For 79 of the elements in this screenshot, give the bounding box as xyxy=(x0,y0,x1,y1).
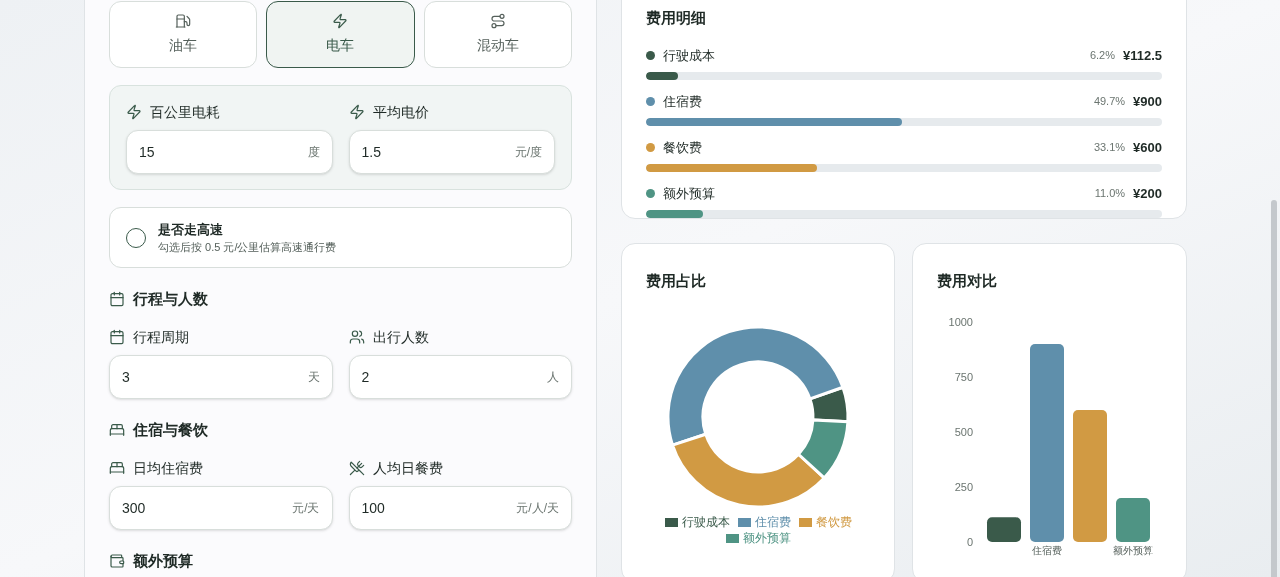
bar xyxy=(987,517,1021,542)
legend-label: 额外预算 xyxy=(742,530,791,546)
x-tick-label: 额外预算 xyxy=(1113,545,1153,556)
number-input[interactable]: 15 度 xyxy=(126,130,333,174)
scrollbar-thumb[interactable] xyxy=(1271,200,1277,577)
y-tick-label: 1000 xyxy=(948,316,973,328)
field-label: 日均住宿费 xyxy=(133,458,203,478)
amount-label: ¥112.5 xyxy=(1122,46,1162,65)
unit-label: 元/人/天 xyxy=(516,500,559,517)
legend-swatch xyxy=(725,533,739,543)
wallet-icon xyxy=(109,553,125,569)
y-tick-label: 0 xyxy=(966,536,973,548)
option-title: 是否走高速 xyxy=(158,220,224,239)
legend-label: 餐饮费 xyxy=(815,514,852,530)
input-value: 15 xyxy=(139,142,155,162)
field-label: 百公里电耗 xyxy=(150,102,220,122)
item-name: 额外预算 xyxy=(663,184,715,203)
amount-label: ¥600 xyxy=(1133,138,1162,157)
option-hint: 勾选后按 0.5 元/公里估算高速通行费 xyxy=(158,240,337,255)
section-title: 额外预算 xyxy=(133,550,193,571)
input-value: 300 xyxy=(122,498,146,518)
vehicle-tab[interactable]: 油车 xyxy=(109,1,258,68)
input-value: 2 xyxy=(361,367,370,387)
bar xyxy=(1116,498,1150,542)
bed-icon xyxy=(109,422,125,438)
utensils-icon xyxy=(348,460,365,476)
number-input[interactable]: 1.5 元/度 xyxy=(348,130,555,174)
unit-label: 元/度 xyxy=(514,144,542,161)
legend-swatch xyxy=(664,517,678,527)
x-tick-label: 住宿费 xyxy=(1032,545,1062,556)
number-input[interactable]: 3 天 xyxy=(109,355,333,399)
input-value: 3 xyxy=(122,367,130,387)
legend-swatch xyxy=(798,517,812,527)
card-title: 费用明细 xyxy=(646,8,707,28)
bed-icon xyxy=(109,460,125,476)
unit-label: 人 xyxy=(547,369,559,386)
item-name: 行驶成本 xyxy=(663,46,715,65)
amount-label: ¥200 xyxy=(1133,184,1162,203)
field-label: 平均电价 xyxy=(372,102,429,122)
unit-label: 元/天 xyxy=(292,500,320,517)
route-icon xyxy=(489,13,506,29)
lightning-icon xyxy=(126,104,142,120)
y-tick-label: 500 xyxy=(954,426,973,438)
unit-label: 天 xyxy=(307,369,320,386)
calendar-icon xyxy=(109,329,125,345)
input-value: 100 xyxy=(361,498,385,518)
card-title: 费用占比 xyxy=(645,270,707,291)
percent-label: 33.1% xyxy=(1093,140,1126,156)
number-input[interactable]: 100 元/人/天 xyxy=(348,486,572,530)
card-title: 费用对比 xyxy=(937,270,998,291)
number-input[interactable]: 300 元/天 xyxy=(109,486,333,530)
lightning-icon xyxy=(348,104,365,120)
legend-label: 住宿费 xyxy=(754,514,791,530)
unit-label: 度 xyxy=(307,144,320,161)
number-input[interactable]: 2 人 xyxy=(348,355,572,399)
legend-swatch xyxy=(737,517,751,527)
section-title: 行程与人数 xyxy=(133,288,208,309)
y-tick-label: 250 xyxy=(954,481,973,493)
vehicle-tab[interactable]: 电车 xyxy=(266,1,415,68)
item-name: 住宿费 xyxy=(663,92,702,111)
field-label: 行程周期 xyxy=(133,327,189,347)
users-icon xyxy=(348,329,365,345)
percent-label: 49.7% xyxy=(1093,94,1126,110)
item-name: 餐饮费 xyxy=(663,138,702,157)
input-value: 1.5 xyxy=(361,142,381,162)
calendar-icon xyxy=(109,291,125,307)
amount-label: ¥900 xyxy=(1133,92,1162,111)
fuel-pump-icon xyxy=(175,13,192,29)
section-title: 住宿与餐饮 xyxy=(133,419,208,440)
vehicle-tab[interactable]: 混动车 xyxy=(423,1,572,68)
legend-label: 行驶成本 xyxy=(681,514,730,530)
field-label: 人均日餐费 xyxy=(372,458,443,478)
field-label: 出行人数 xyxy=(372,327,429,347)
percent-label: 11.0% xyxy=(1094,186,1126,202)
percent-label: 6.2% xyxy=(1089,48,1115,64)
radio-button[interactable] xyxy=(126,227,146,248)
lightning-icon xyxy=(332,13,349,29)
y-tick-label: 750 xyxy=(954,371,973,383)
highway-option[interactable]: 是否走高速 勾选后按 0.5 元/公里估算高速通行费 xyxy=(109,207,572,268)
